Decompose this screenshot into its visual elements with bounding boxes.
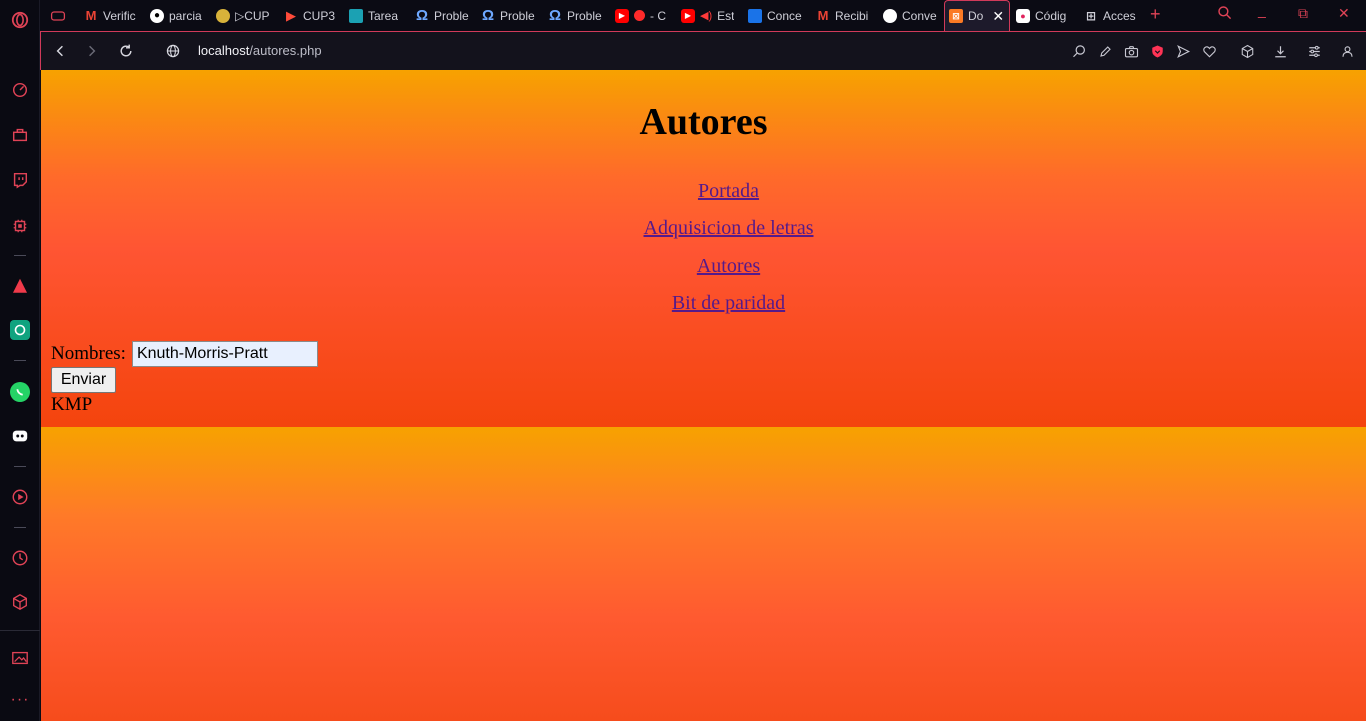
page-title: Autores <box>639 101 768 143</box>
page-viewport: Autores Portada Adquisicion de letras Au… <box>41 70 1366 721</box>
whatsapp-icon[interactable] <box>10 382 30 402</box>
close-tab-icon[interactable]: ✕ <box>992 8 1004 25</box>
restore-icon[interactable]: ⧉ <box>1298 5 1308 22</box>
chip-icon[interactable] <box>10 216 30 236</box>
url-host: localhost <box>198 43 250 58</box>
name-input[interactable] <box>131 341 318 367</box>
camera-icon[interactable] <box>1123 43 1139 59</box>
tab-1[interactable]: ● parcia <box>150 0 208 31</box>
sidebar-divider <box>14 466 26 467</box>
tab-3[interactable]: ▶ CUP3 <box>284 0 336 31</box>
more-icon[interactable]: ··· <box>10 690 30 710</box>
minimize-icon[interactable]: _ <box>1258 2 1266 18</box>
omega-icon: Ω <box>481 7 495 24</box>
download-icon[interactable] <box>1272 43 1288 59</box>
nav-link-autores[interactable]: Autores <box>41 255 1366 278</box>
chatgpt-icon[interactable] <box>10 320 30 340</box>
zoom-icon[interactable] <box>1071 43 1087 59</box>
extensions-cube-icon[interactable] <box>10 592 30 612</box>
heart-icon[interactable] <box>1201 43 1217 59</box>
classroom-icon <box>349 8 363 23</box>
gmail-icon: M <box>817 8 829 23</box>
browser-sidebar: ··· <box>0 0 40 721</box>
gallery-icon[interactable] <box>10 648 30 668</box>
page-body: Autores Portada Adquisicion de letras Au… <box>41 70 1366 427</box>
nav-link-portada[interactable]: Portada <box>41 180 1366 203</box>
profile-icon[interactable] <box>1339 43 1355 59</box>
url-field[interactable]: localhost/autores.php <box>198 43 322 58</box>
sidebar-divider <box>14 360 26 361</box>
edit-icon[interactable] <box>1097 43 1113 59</box>
grid-icon: ⊞ <box>1085 8 1097 23</box>
tab-7[interactable]: Ω Proble <box>548 0 604 31</box>
opera-logo-icon[interactable] <box>10 10 30 30</box>
discord-icon[interactable] <box>10 426 30 446</box>
tab-5[interactable]: Ω Proble <box>415 0 471 31</box>
tab-search-icon[interactable] <box>1217 5 1233 24</box>
result-text: KMP <box>51 394 93 415</box>
tab-11[interactable]: M Recibi <box>816 0 874 31</box>
sidebar-divider <box>0 630 40 631</box>
page-background <box>41 427 1366 721</box>
twitch-icon[interactable] <box>10 170 30 190</box>
chatgpt-icon <box>883 8 897 23</box>
github-icon: ● <box>150 8 164 23</box>
tab-6[interactable]: Ω Proble <box>481 0 537 31</box>
shield-icon[interactable] <box>1149 43 1165 59</box>
tab-8[interactable]: ▶ - C <box>615 0 671 31</box>
tab-13-active[interactable]: ⊠ Do ✕ <box>944 0 1010 31</box>
youtube-icon: ▶ <box>681 8 695 23</box>
submit-button[interactable]: Enviar <box>51 367 116 393</box>
omega-icon: Ω <box>415 7 429 24</box>
player-icon[interactable] <box>10 487 30 507</box>
youtube-icon: ▶ <box>615 8 629 23</box>
tab-strip: M Verific ● parcia ▷CUP ▶ CUP3 Tarea Ω Probl… <box>40 0 1366 31</box>
owl-icon <box>216 8 230 23</box>
xampp-icon: ⊠ <box>949 9 963 23</box>
tab-4[interactable]: Tarea <box>349 0 405 31</box>
tab-9[interactable]: ▶ ◀) Est <box>681 0 737 31</box>
easy-setup-icon[interactable] <box>1306 43 1322 59</box>
name-form: Nombres: <box>51 341 318 367</box>
speaker-icon: ◀) <box>700 10 713 22</box>
speed-dial-icon[interactable] <box>10 80 30 100</box>
gmail-icon: M <box>85 8 97 23</box>
reload-button[interactable] <box>117 42 135 60</box>
cup-icon: ▶ <box>286 7 296 23</box>
history-icon[interactable] <box>10 548 30 568</box>
back-button[interactable] <box>51 42 69 60</box>
tab-15[interactable]: ⊞ Acces <box>1084 0 1140 31</box>
new-tab-icon[interactable]: + <box>1150 4 1161 25</box>
tab-14[interactable]: ● Códig <box>1016 0 1074 31</box>
nav-link-bit-paridad[interactable]: Bit de paridad <box>41 292 1366 315</box>
sidebar-divider <box>14 255 26 256</box>
contacts-icon <box>748 8 762 23</box>
name-label: Nombres: <box>51 343 126 364</box>
tab-10[interactable]: Conce <box>748 0 806 31</box>
close-window-icon[interactable]: ✕ <box>1338 5 1350 22</box>
aria-icon[interactable] <box>10 276 30 296</box>
send-icon[interactable] <box>1175 43 1191 59</box>
url-path: /autores.php <box>249 43 322 58</box>
nav-link-adquisicion[interactable]: Adquisicion de letras <box>41 217 1366 240</box>
address-bar: localhost/autores.php <box>40 31 1366 70</box>
omega-icon: Ω <box>548 7 562 24</box>
forward-button[interactable] <box>83 42 101 60</box>
sidebar-divider <box>14 527 26 528</box>
site-info-globe-icon[interactable] <box>164 42 182 60</box>
tab-12[interactable]: Conve <box>883 0 941 31</box>
recording-dot-icon <box>634 10 645 21</box>
tab-0[interactable]: M Verific <box>84 0 142 31</box>
briefcase-icon[interactable] <box>10 125 30 145</box>
record-icon: ● <box>1016 8 1030 23</box>
extensions-cube-icon[interactable] <box>1239 43 1255 59</box>
tab-2[interactable]: ▷CUP <box>216 0 272 31</box>
workspace-icon[interactable] <box>50 0 72 31</box>
